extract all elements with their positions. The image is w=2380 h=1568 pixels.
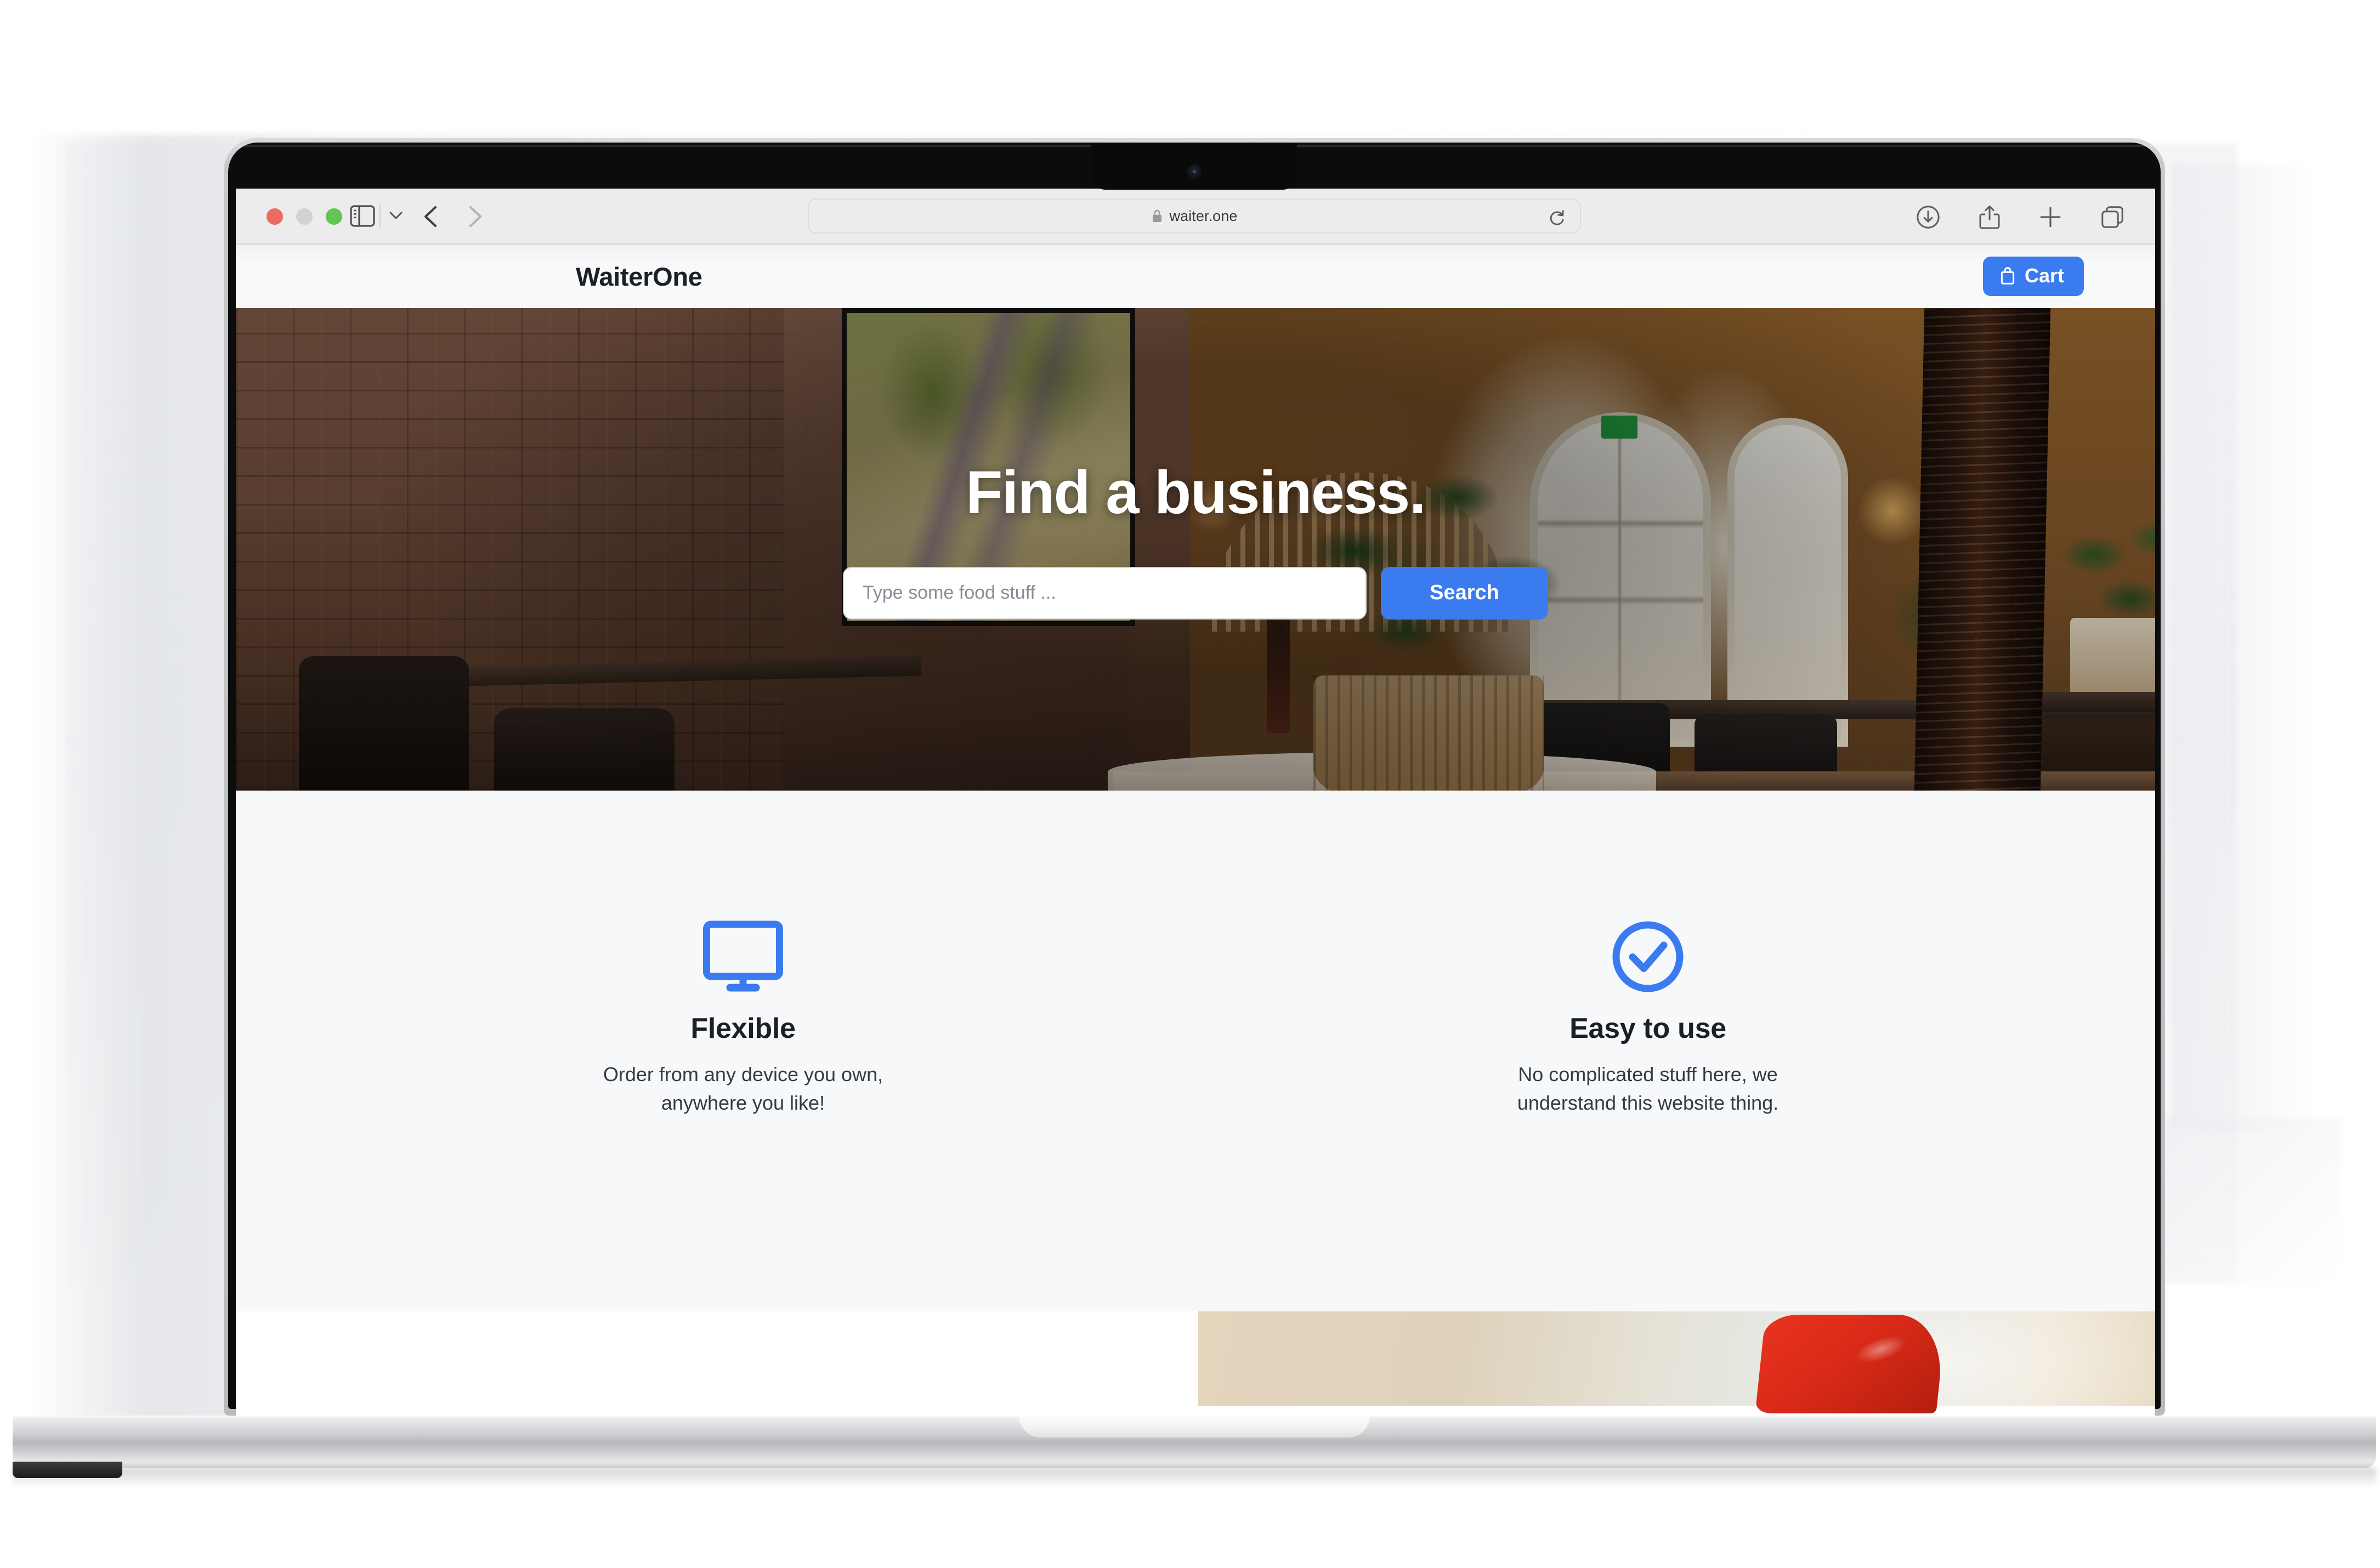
site-navbar: WaiterOne Cart — [236, 245, 2155, 308]
red-object — [1755, 1315, 1947, 1413]
base-notch — [1019, 1416, 1370, 1438]
check-circle-icon — [1472, 916, 1823, 998]
lock-icon — [1151, 209, 1163, 223]
toolbar-divider — [379, 204, 381, 227]
cart-button[interactable]: Cart — [1982, 257, 2084, 296]
feature-card-flexible: Flexible Order from any device you own, … — [568, 916, 919, 1311]
bottom-white-area — [236, 1311, 1198, 1406]
forward-arrow-icon[interactable] — [463, 204, 486, 229]
bottom-photo — [1198, 1311, 2155, 1413]
laptop-lid: waiter.one WaiterOne Cart Find a busines… — [224, 138, 2165, 1417]
toolbar-right-icons — [1916, 204, 2125, 230]
web-page: WaiterOne Cart Find a business. Type som… — [236, 245, 2155, 1417]
feature-card-easy-to-use: Easy to use No complicated stuff here, w… — [1472, 916, 1823, 1311]
bottom-section — [236, 1311, 2155, 1413]
reload-icon[interactable] — [1548, 208, 1566, 227]
desktop-monitor-icon — [568, 916, 919, 998]
hero-content: Find a business. Search — [236, 308, 2155, 791]
feature-description: No complicated stuff here, we understand… — [1517, 1063, 1779, 1115]
hero-section: Find a business. Search — [236, 308, 2155, 791]
screen-content: waiter.one WaiterOne Cart Find a busines… — [236, 189, 2155, 1417]
url-text: waiter.one — [1169, 207, 1238, 224]
search-button[interactable]: Search — [1381, 566, 1548, 620]
feature-description: Order from any device you own, anywhere … — [603, 1063, 883, 1115]
hero-title: Find a business. — [966, 458, 1426, 526]
sidebar-toggle-icon[interactable] — [350, 205, 375, 227]
chevron-down-icon[interactable] — [388, 209, 404, 221]
new-tab-icon[interactable] — [2038, 205, 2062, 229]
window-controls[interactable] — [267, 208, 342, 225]
camera-icon — [1187, 164, 1202, 179]
search-bar: Search — [843, 566, 1548, 620]
site-brand[interactable]: WaiterOne — [576, 262, 702, 292]
screenshot-stage: waiter.one WaiterOne Cart Find a busines… — [0, 0, 2380, 1568]
feature-title: Easy to use — [1569, 1013, 1726, 1044]
address-bar[interactable]: waiter.one — [808, 198, 1581, 234]
macbook-device: waiter.one WaiterOne Cart Find a busines… — [13, 138, 2376, 1487]
shopping-bag-icon — [1999, 266, 2016, 285]
minimize-window-button[interactable] — [296, 208, 313, 225]
cart-button-label: Cart — [2024, 264, 2064, 287]
base-shadow — [13, 1468, 2376, 1487]
backdrop-right-glow — [2172, 164, 2314, 1129]
share-icon[interactable] — [1978, 204, 2001, 230]
maximize-window-button[interactable] — [326, 208, 342, 225]
feature-title: Flexible — [690, 1013, 796, 1044]
browser-toolbar: waiter.one — [236, 189, 2155, 245]
base-foot — [13, 1462, 122, 1478]
laptop-base — [13, 1416, 2376, 1468]
macbook-notch — [1091, 143, 1297, 190]
features-section: Flexible Order from any device you own, … — [236, 791, 2155, 1311]
downloads-icon[interactable] — [1916, 204, 1941, 230]
url-display: waiter.one — [1151, 208, 1237, 225]
search-input[interactable] — [843, 566, 1367, 620]
close-window-button[interactable] — [267, 208, 283, 225]
back-arrow-icon[interactable] — [420, 204, 443, 229]
tab-overview-icon[interactable] — [2100, 204, 2125, 230]
